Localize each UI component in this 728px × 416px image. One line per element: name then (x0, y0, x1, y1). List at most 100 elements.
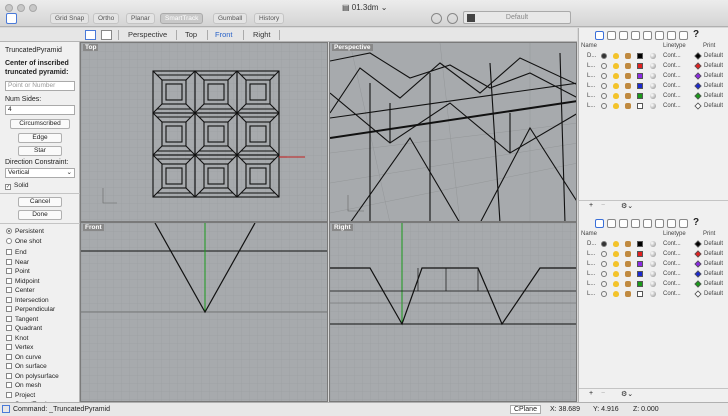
layer-row[interactable]: L... Cont... Default (579, 280, 728, 289)
display-tab-icon[interactable] (619, 31, 628, 40)
layer-color-swatch[interactable] (637, 53, 643, 59)
add-layer-button[interactable]: + (589, 390, 593, 397)
display-tab-icon[interactable] (619, 219, 628, 228)
tab-right[interactable]: Right (253, 30, 271, 39)
osnap-on-curve-checkbox[interactable]: On curve (6, 353, 41, 362)
lightbulb-icon[interactable] (613, 73, 619, 79)
osnap-tangent-checkbox[interactable]: Tangent (6, 315, 38, 324)
lightbulb-icon[interactable] (613, 281, 619, 287)
done-button[interactable]: Done (18, 210, 62, 220)
single-viewport-layout-icon[interactable] (101, 30, 112, 40)
material-sphere-icon[interactable] (650, 241, 656, 247)
material-sphere-icon[interactable] (650, 93, 656, 99)
grid-tab-icon[interactable] (667, 31, 676, 40)
layer-color-swatch[interactable] (637, 281, 643, 287)
current-layer-radio-icon[interactable] (601, 103, 607, 109)
layer-color-swatch[interactable] (637, 73, 643, 79)
lightbulb-icon[interactable] (613, 261, 619, 267)
print-color-diamond-icon[interactable] (694, 52, 702, 60)
remove-layer-button[interactable]: − (601, 202, 605, 209)
smarttrack-toggle[interactable]: SmartTrack (160, 13, 204, 24)
osnap-quadrant-checkbox[interactable]: Quadrant (6, 324, 42, 333)
layer-row[interactable]: L... Cont... Default (579, 102, 728, 111)
sidebar-toggle-icon[interactable] (6, 13, 17, 24)
print-color-diamond-icon[interactable] (694, 102, 702, 110)
grid-tab-icon[interactable] (667, 219, 676, 228)
material-sphere-icon[interactable] (650, 281, 656, 287)
osnap-near-checkbox[interactable]: Near (6, 258, 29, 267)
tab-top[interactable]: Top (185, 30, 197, 39)
lock-icon[interactable] (625, 251, 631, 257)
materials-tab-icon[interactable] (679, 31, 688, 40)
layer-row[interactable]: L... Cont... Default (579, 62, 728, 71)
history-toggle[interactable]: History (254, 13, 285, 24)
osnap-on-polysurface-checkbox[interactable]: On polysurface (6, 372, 59, 381)
current-layer-radio-icon[interactable] (601, 251, 607, 257)
help-icon[interactable]: ? (693, 29, 699, 40)
lock-icon[interactable] (625, 271, 631, 277)
osnap-point-checkbox[interactable]: Point (6, 267, 30, 276)
layer-row[interactable]: L... Cont... Default (579, 82, 728, 91)
remove-layer-button[interactable]: − (601, 390, 605, 397)
lightbulb-icon[interactable] (613, 271, 619, 277)
osnap-knot-checkbox[interactable]: Knot (6, 334, 28, 343)
star-button[interactable]: Star (18, 146, 62, 156)
osnap-on-surface-checkbox[interactable]: On surface (6, 362, 47, 371)
lock-icon[interactable] (625, 83, 631, 89)
current-layer-radio-icon[interactable] (601, 53, 607, 59)
materials-tab-icon[interactable] (679, 219, 688, 228)
print-color-diamond-icon[interactable] (694, 92, 702, 100)
lock-icon[interactable] (625, 281, 631, 287)
print-color-diamond-icon[interactable] (694, 72, 702, 80)
material-sphere-icon[interactable] (650, 83, 656, 89)
properties-tab-icon[interactable] (607, 31, 616, 40)
viewport-front[interactable]: Front (80, 222, 328, 402)
layer-row[interactable]: L... Cont... Default (579, 260, 728, 269)
gear-icon[interactable]: ⚙⌄ (621, 390, 633, 398)
current-layer-radio-icon[interactable] (601, 291, 607, 297)
current-layer-select[interactable]: Default (463, 11, 571, 24)
osnap-icon[interactable] (447, 13, 458, 24)
edge-button[interactable]: Edge (18, 133, 62, 143)
tab-front[interactable]: Front (215, 30, 233, 39)
osnap-project-checkbox[interactable]: Project (6, 391, 35, 400)
render-tab-icon[interactable] (631, 31, 640, 40)
ortho-toggle[interactable]: Ortho (93, 13, 120, 24)
properties-tab-icon[interactable] (607, 219, 616, 228)
layer-row[interactable]: D... Cont... Default (579, 52, 728, 61)
current-layer-radio-icon[interactable] (601, 271, 607, 277)
osnap-on-mesh-checkbox[interactable]: On mesh (6, 381, 41, 390)
current-layer-radio-icon[interactable] (601, 281, 607, 287)
minimize-window-button[interactable] (17, 4, 25, 12)
lock-icon[interactable] (625, 241, 631, 247)
sidebar-icon[interactable] (2, 405, 10, 413)
planar-toggle[interactable]: Planar (126, 13, 155, 24)
osnap-vertex-checkbox[interactable]: Vertex (6, 343, 33, 352)
named-view-tab-icon[interactable] (655, 219, 664, 228)
layer-row[interactable]: L... Cont... Default (579, 250, 728, 259)
viewport-perspective[interactable]: Perspective (329, 42, 577, 222)
layer-color-swatch[interactable] (637, 291, 643, 297)
solid-checkbox[interactable]: ✓ Solid (5, 181, 28, 190)
direction-constraint-select[interactable]: Vertical ⌄ (5, 168, 75, 178)
material-sphere-icon[interactable] (650, 251, 656, 257)
osnap-mode-one-shot[interactable]: One shot (6, 237, 41, 246)
lock-icon[interactable] (625, 261, 631, 267)
lock-icon[interactable] (625, 93, 631, 99)
lightbulb-icon[interactable] (613, 93, 619, 99)
current-layer-radio-icon[interactable] (601, 93, 607, 99)
material-sphere-icon[interactable] (650, 261, 656, 267)
viewport-title-top[interactable]: Top (83, 44, 99, 51)
lock-icon[interactable] (625, 73, 631, 79)
lightbulb-icon[interactable] (613, 83, 619, 89)
layer-row[interactable]: L... Cont... Default (579, 290, 728, 299)
layer-color-swatch[interactable] (637, 241, 643, 247)
layer-row[interactable]: L... Cont... Default (579, 72, 728, 81)
print-color-diamond-icon[interactable] (694, 270, 702, 278)
layer-color-swatch[interactable] (637, 93, 643, 99)
lightbulb-icon[interactable] (613, 251, 619, 257)
num-sides-input[interactable]: 4 (5, 105, 75, 115)
osnap-end-checkbox[interactable]: End (6, 248, 27, 257)
layers-tab-icon[interactable] (595, 31, 604, 40)
print-color-diamond-icon[interactable] (694, 240, 702, 248)
